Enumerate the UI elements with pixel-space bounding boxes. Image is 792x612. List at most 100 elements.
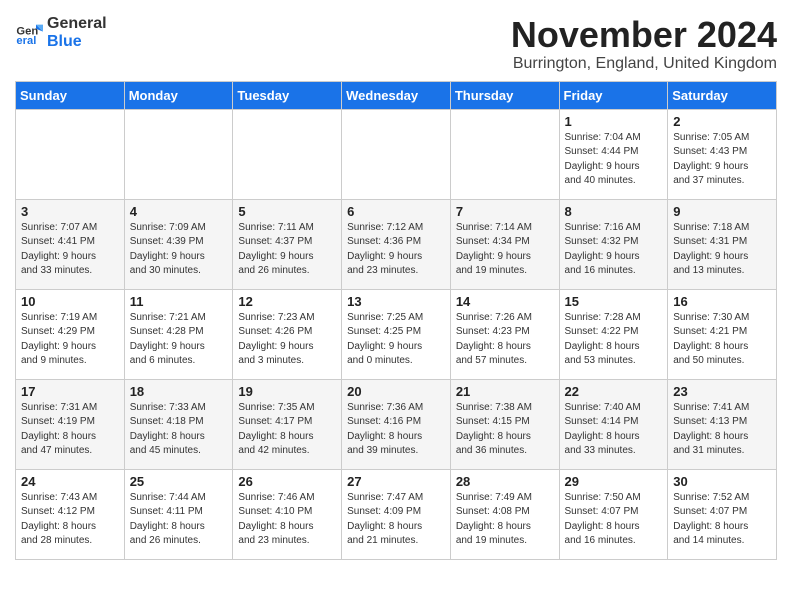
calendar-cell: 25 Sunrise: 7:44 AM Sunset: 4:11 PM Dayli… <box>124 469 233 559</box>
day-number: 1 <box>565 114 663 129</box>
weekday-header-tuesday: Tuesday <box>233 81 342 109</box>
day-info: Sunrise: 7:44 AM Sunset: 4:11 PM Dayligh… <box>130 491 228 549</box>
month-title: November 2024 <box>511 15 777 55</box>
weekday-header-friday: Friday <box>559 81 668 109</box>
day-number: 13 <box>347 294 445 309</box>
calendar-cell <box>16 109 125 199</box>
calendar-cell: 24 Sunrise: 7:43 AM Sunset: 4:12 PM Dayli… <box>16 469 125 559</box>
calendar-cell <box>233 109 342 199</box>
calendar-cell: 20 Sunrise: 7:36 AM Sunset: 4:16 PM Dayli… <box>342 379 451 469</box>
calendar-cell: 2 Sunrise: 7:05 AM Sunset: 4:43 PM Daylig… <box>668 109 777 199</box>
calendar-cell: 5Sunrise: 7:11 AM Sunset: 4:37 PM Daylig… <box>233 199 342 289</box>
day-number: 22 <box>565 384 663 399</box>
calendar-cell <box>124 109 233 199</box>
calendar-cell: 9 Sunrise: 7:18 AM Sunset: 4:31 PM Daylig… <box>668 199 777 289</box>
calendar-cell: 1 Sunrise: 7:04 AM Sunset: 4:44 PM Daylig… <box>559 109 668 199</box>
day-number: 9 <box>673 204 771 219</box>
day-info: Sunrise: 7:07 AM Sunset: 4:41 PM Dayligh… <box>21 221 119 279</box>
day-number: 24 <box>21 474 119 489</box>
week-row-1: 1 Sunrise: 7:04 AM Sunset: 4:44 PM Daylig… <box>16 109 777 199</box>
day-info: Sunrise: 7:23 AM Sunset: 4:26 PM Dayligh… <box>238 311 336 369</box>
day-number: 2 <box>673 114 771 129</box>
day-info: Sunrise: 7:35 AM Sunset: 4:17 PM Dayligh… <box>238 401 336 459</box>
day-number: 3 <box>21 204 119 219</box>
day-number: 26 <box>238 474 336 489</box>
day-info: Sunrise: 7:41 AM Sunset: 4:13 PM Dayligh… <box>673 401 771 459</box>
day-info: Sunrise: 7:26 AM Sunset: 4:23 PM Dayligh… <box>456 311 554 369</box>
day-number: 8 <box>565 204 663 219</box>
calendar-cell: 16 Sunrise: 7:30 AM Sunset: 4:21 PM Dayli… <box>668 289 777 379</box>
day-info: Sunrise: 7:19 AM Sunset: 4:29 PM Dayligh… <box>21 311 119 369</box>
location-title: Burrington, England, United Kingdom <box>511 55 777 73</box>
day-info: Sunrise: 7:28 AM Sunset: 4:22 PM Dayligh… <box>565 311 663 369</box>
day-info: Sunrise: 7:05 AM Sunset: 4:43 PM Dayligh… <box>673 131 771 189</box>
week-row-3: 10 Sunrise: 7:19 AM Sunset: 4:29 PM Dayli… <box>16 289 777 379</box>
header: Gen eral General Blue November 2024 Burr… <box>15 15 777 73</box>
day-info: Sunrise: 7:09 AM Sunset: 4:39 PM Dayligh… <box>130 221 228 279</box>
logo-text-general: General <box>47 15 107 33</box>
calendar-cell: 21 Sunrise: 7:38 AM Sunset: 4:15 PM Dayli… <box>450 379 559 469</box>
day-number: 21 <box>456 384 554 399</box>
day-number: 15 <box>565 294 663 309</box>
calendar-cell: 15 Sunrise: 7:28 AM Sunset: 4:22 PM Dayli… <box>559 289 668 379</box>
calendar-cell: 26 Sunrise: 7:46 AM Sunset: 4:10 PM Dayli… <box>233 469 342 559</box>
day-info: Sunrise: 7:12 AM Sunset: 4:36 PM Dayligh… <box>347 221 445 279</box>
day-info: Sunrise: 7:43 AM Sunset: 4:12 PM Dayligh… <box>21 491 119 549</box>
day-info: Sunrise: 7:46 AM Sunset: 4:10 PM Dayligh… <box>238 491 336 549</box>
calendar-cell: 10 Sunrise: 7:19 AM Sunset: 4:29 PM Dayli… <box>16 289 125 379</box>
calendar-cell: 27Sunrise: 7:47 AM Sunset: 4:09 PM Dayli… <box>342 469 451 559</box>
day-info: Sunrise: 7:16 AM Sunset: 4:32 PM Dayligh… <box>565 221 663 279</box>
title-area: November 2024 Burrington, England, Unite… <box>511 15 777 73</box>
weekday-header-monday: Monday <box>124 81 233 109</box>
day-number: 25 <box>130 474 228 489</box>
calendar-cell: 23 Sunrise: 7:41 AM Sunset: 4:13 PM Dayli… <box>668 379 777 469</box>
day-info: Sunrise: 7:49 AM Sunset: 4:08 PM Dayligh… <box>456 491 554 549</box>
calendar-cell: 7 Sunrise: 7:14 AM Sunset: 4:34 PM Daylig… <box>450 199 559 289</box>
day-number: 29 <box>565 474 663 489</box>
day-number: 17 <box>21 384 119 399</box>
day-info: Sunrise: 7:52 AM Sunset: 4:07 PM Dayligh… <box>673 491 771 549</box>
calendar-cell: 13Sunrise: 7:25 AM Sunset: 4:25 PM Dayli… <box>342 289 451 379</box>
day-info: Sunrise: 7:36 AM Sunset: 4:16 PM Dayligh… <box>347 401 445 459</box>
day-number: 4 <box>130 204 228 219</box>
calendar-cell: 28Sunrise: 7:49 AM Sunset: 4:08 PM Dayli… <box>450 469 559 559</box>
day-info: Sunrise: 7:31 AM Sunset: 4:19 PM Dayligh… <box>21 401 119 459</box>
calendar-cell: 17 Sunrise: 7:31 AM Sunset: 4:19 PM Dayli… <box>16 379 125 469</box>
day-info: Sunrise: 7:40 AM Sunset: 4:14 PM Dayligh… <box>565 401 663 459</box>
calendar-cell: 19 Sunrise: 7:35 AM Sunset: 4:17 PM Dayli… <box>233 379 342 469</box>
day-info: Sunrise: 7:11 AM Sunset: 4:37 PM Dayligh… <box>238 221 336 279</box>
calendar-cell: 18 Sunrise: 7:33 AM Sunset: 4:18 PM Dayli… <box>124 379 233 469</box>
calendar-cell: 11Sunrise: 7:21 AM Sunset: 4:28 PM Dayli… <box>124 289 233 379</box>
day-number: 7 <box>456 204 554 219</box>
day-info: Sunrise: 7:30 AM Sunset: 4:21 PM Dayligh… <box>673 311 771 369</box>
calendar-table: SundayMondayTuesdayWednesdayThursdayFrid… <box>15 81 777 560</box>
day-number: 23 <box>673 384 771 399</box>
calendar-cell: 4 Sunrise: 7:09 AM Sunset: 4:39 PM Daylig… <box>124 199 233 289</box>
day-number: 6 <box>347 204 445 219</box>
day-number: 20 <box>347 384 445 399</box>
day-number: 30 <box>673 474 771 489</box>
svg-text:eral: eral <box>16 35 36 47</box>
day-info: Sunrise: 7:21 AM Sunset: 4:28 PM Dayligh… <box>130 311 228 369</box>
day-info: Sunrise: 7:33 AM Sunset: 4:18 PM Dayligh… <box>130 401 228 459</box>
day-info: Sunrise: 7:38 AM Sunset: 4:15 PM Dayligh… <box>456 401 554 459</box>
day-info: Sunrise: 7:14 AM Sunset: 4:34 PM Dayligh… <box>456 221 554 279</box>
weekday-header-wednesday: Wednesday <box>342 81 451 109</box>
logo: Gen eral General Blue <box>15 15 107 50</box>
logo-text-blue: Blue <box>47 33 107 51</box>
day-number: 19 <box>238 384 336 399</box>
calendar-cell: 8 Sunrise: 7:16 AM Sunset: 4:32 PM Daylig… <box>559 199 668 289</box>
day-number: 10 <box>21 294 119 309</box>
logo-icon: Gen eral <box>15 19 43 47</box>
day-number: 18 <box>130 384 228 399</box>
calendar-cell: 12Sunrise: 7:23 AM Sunset: 4:26 PM Dayli… <box>233 289 342 379</box>
day-number: 16 <box>673 294 771 309</box>
week-row-4: 17 Sunrise: 7:31 AM Sunset: 4:19 PM Dayli… <box>16 379 777 469</box>
day-info: Sunrise: 7:18 AM Sunset: 4:31 PM Dayligh… <box>673 221 771 279</box>
calendar-cell: 6 Sunrise: 7:12 AM Sunset: 4:36 PM Daylig… <box>342 199 451 289</box>
day-info: Sunrise: 7:04 AM Sunset: 4:44 PM Dayligh… <box>565 131 663 189</box>
day-number: 27 <box>347 474 445 489</box>
calendar-cell: 3 Sunrise: 7:07 AM Sunset: 4:41 PM Daylig… <box>16 199 125 289</box>
day-number: 14 <box>456 294 554 309</box>
weekday-header-row: SundayMondayTuesdayWednesdayThursdayFrid… <box>16 81 777 109</box>
